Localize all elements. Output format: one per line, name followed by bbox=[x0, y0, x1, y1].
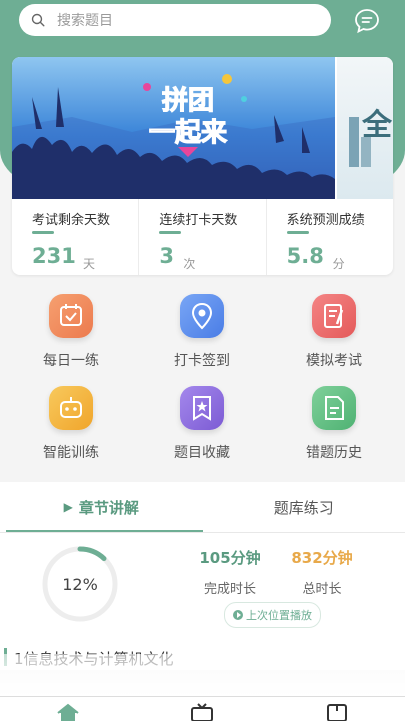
tv-icon[interactable] bbox=[190, 703, 214, 721]
banner-line1: 拼团 bbox=[162, 86, 214, 116]
total-time-label: 总时长 bbox=[284, 578, 360, 597]
exam-paper-icon bbox=[312, 294, 356, 338]
feature-label: 每日一练 bbox=[16, 350, 126, 370]
course-panel: ▶ 章节讲解 题库练习 12% 105分钟 完成时长 832分钟 总时长 上次位… bbox=[0, 482, 405, 654]
document-icon bbox=[312, 386, 356, 430]
total-time: 832分钟 总时长 bbox=[284, 547, 360, 597]
progress-ring: 12% bbox=[40, 544, 120, 624]
stat-underline bbox=[287, 231, 309, 234]
feature-label: 错题历史 bbox=[279, 442, 389, 462]
stat-predicted-score: 系统预测成绩 5.8 分 bbox=[267, 199, 393, 275]
next-banner-text: 全 bbox=[361, 108, 393, 143]
feature-smart-training[interactable]: 智能训练 bbox=[16, 386, 126, 462]
progress-percent: 12% bbox=[40, 544, 120, 624]
calendar-icon bbox=[49, 294, 93, 338]
tab-label: 章节讲解 bbox=[79, 497, 139, 518]
feature-label: 打卡签到 bbox=[147, 350, 257, 370]
overview-card: 拼团 一起来 全 考试剩余天数 231 天 连续打卡天数 3 次 系统预测成 bbox=[12, 57, 393, 275]
completed-time-value: 105分钟 bbox=[190, 547, 270, 568]
total-time-value: 832分钟 bbox=[284, 547, 360, 568]
stat-checkin-days: 连续打卡天数 3 次 bbox=[139, 199, 266, 275]
home-icon[interactable] bbox=[56, 703, 80, 721]
play-triangle-icon: ▶ bbox=[64, 500, 73, 514]
feature-checkin[interactable]: 打卡签到 bbox=[147, 294, 257, 370]
banner-crowd-illustration: 拼团 一起来 bbox=[12, 57, 335, 199]
location-pin-icon bbox=[180, 294, 224, 338]
resume-playback-button[interactable]: 上次位置播放 bbox=[224, 602, 321, 628]
stats-row: 考试剩余天数 231 天 连续打卡天数 3 次 系统预测成绩 5.8 分 bbox=[12, 199, 393, 275]
stat-label: 连续打卡天数 bbox=[159, 209, 237, 228]
tab-label: 题库练习 bbox=[274, 497, 334, 518]
bookmark-star-icon bbox=[180, 386, 224, 430]
feature-favorites[interactable]: 题目收藏 bbox=[147, 386, 257, 462]
tab-question-bank[interactable]: 题库练习 bbox=[203, 482, 405, 532]
next-banner-preview[interactable]: 全 bbox=[337, 57, 393, 199]
stat-value: 3 bbox=[159, 244, 174, 268]
play-circle-icon bbox=[233, 610, 243, 620]
stat-label: 系统预测成绩 bbox=[287, 209, 365, 228]
bottom-nav bbox=[0, 696, 405, 721]
completed-time: 105分钟 完成时长 bbox=[190, 547, 270, 597]
profile-icon[interactable] bbox=[325, 703, 349, 721]
feature-label: 题目收藏 bbox=[147, 442, 257, 462]
next-banner-art: 全 bbox=[337, 57, 393, 199]
stat-value: 5.8 bbox=[287, 244, 324, 268]
search-placeholder: 搜索题目 bbox=[57, 10, 113, 30]
feature-daily-practice[interactable]: 每日一练 bbox=[16, 294, 126, 370]
list-fade-overlay bbox=[0, 654, 405, 698]
feature-label: 智能训练 bbox=[16, 442, 126, 462]
feature-label: 模拟考试 bbox=[279, 350, 389, 370]
banner-line2: 一起来 bbox=[149, 118, 228, 148]
message-icon[interactable] bbox=[354, 8, 380, 34]
resume-label: 上次位置播放 bbox=[246, 607, 312, 623]
stat-value: 231 bbox=[32, 244, 76, 268]
course-tabs: ▶ 章节讲解 题库练习 bbox=[0, 482, 405, 532]
tab-divider bbox=[0, 532, 405, 533]
stat-exam-days: 考试剩余天数 231 天 bbox=[12, 199, 139, 275]
feature-grid: 每日一练 打卡签到 模拟考试 智能训练 题目收藏 错题历史 bbox=[0, 290, 405, 470]
robot-icon bbox=[49, 386, 93, 430]
stat-underline bbox=[159, 231, 181, 234]
stat-unit: 次 bbox=[183, 255, 195, 272]
feature-wrong-history[interactable]: 错题历史 bbox=[279, 386, 389, 462]
completed-time-label: 完成时长 bbox=[190, 578, 270, 597]
tab-chapter-lectures[interactable]: ▶ 章节讲解 bbox=[0, 482, 203, 532]
stat-unit: 分 bbox=[333, 255, 345, 272]
stat-label: 考试剩余天数 bbox=[32, 209, 110, 228]
stat-underline bbox=[32, 231, 54, 234]
search-bar[interactable]: 搜索题目 bbox=[19, 4, 331, 36]
feature-mock-exam[interactable]: 模拟考试 bbox=[279, 294, 389, 370]
promo-banner[interactable]: 拼团 一起来 bbox=[12, 57, 335, 199]
search-icon bbox=[31, 13, 45, 27]
stat-unit: 天 bbox=[83, 255, 95, 272]
